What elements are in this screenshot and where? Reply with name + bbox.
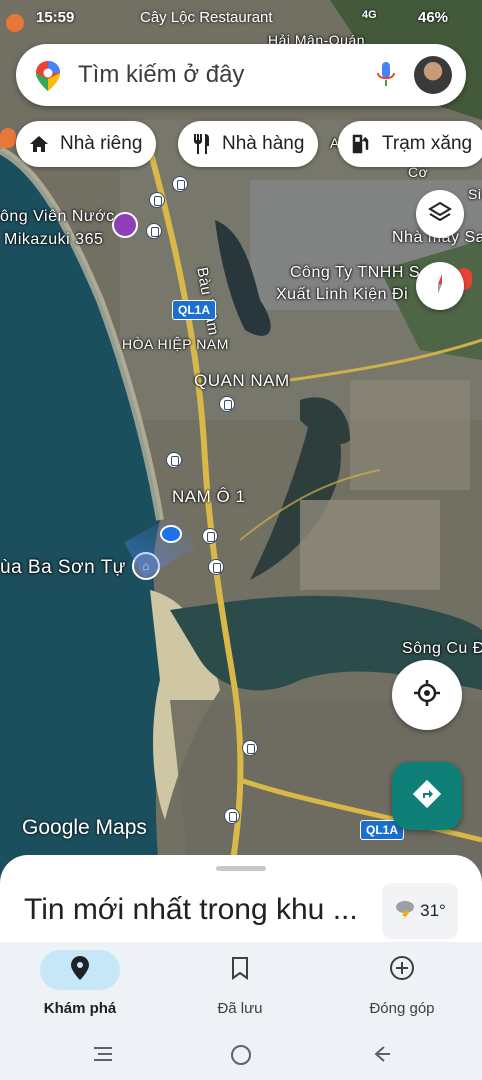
current-location-dot xyxy=(160,525,182,543)
bus-stop-icon[interactable] xyxy=(219,396,235,412)
chip-home-label: Nhà riêng xyxy=(60,133,143,154)
network-indicator: 4G xyxy=(362,9,377,21)
map-label-nam-o: NAM Ô 1 xyxy=(172,487,246,506)
nav-saved-label: Đã lưu xyxy=(217,1000,263,1017)
bus-stop-icon[interactable] xyxy=(242,740,258,756)
crosshair-icon xyxy=(412,678,442,713)
home-circle-icon[interactable] xyxy=(230,1044,252,1071)
chip-restaurant-label: Nhà hàng xyxy=(222,133,305,154)
nav-saved[interactable]: Đã lưu xyxy=(170,950,310,1030)
bottom-nav: Khám phá Đã lưu Đóng góp xyxy=(0,942,482,1032)
bus-stop-icon[interactable] xyxy=(172,176,188,192)
map-label-cong-ty: Công Ty TNHH S xyxy=(290,264,421,281)
map-label-mikazuki: Mikazuki 365 xyxy=(4,231,104,248)
sheet-title[interactable]: Tin mới nhất trong khu ... xyxy=(24,893,358,927)
map-label-si: Si xyxy=(468,186,482,202)
mic-icon[interactable] xyxy=(376,60,396,95)
bus-stop-icon[interactable] xyxy=(146,223,162,239)
back-icon[interactable] xyxy=(372,1044,394,1069)
saved-pill xyxy=(200,950,280,990)
bus-stop-icon[interactable] xyxy=(166,452,182,468)
highway-shield-top: QL1A xyxy=(172,300,217,320)
nav-explore[interactable]: Khám phá xyxy=(10,950,150,1030)
chip-gas-station-label: Trạm xăng xyxy=(382,133,473,154)
weather-chip[interactable]: 31° xyxy=(382,883,458,939)
directions-icon xyxy=(412,779,442,814)
explore-pin-icon xyxy=(71,955,89,985)
search-input[interactable]: Tìm kiếm ở đây xyxy=(78,61,244,89)
chip-home[interactable]: Nhà riêng xyxy=(16,121,157,167)
bus-stop-icon[interactable] xyxy=(202,528,218,544)
map-label-song-cu-de: Sông Cu Đê xyxy=(402,640,482,657)
storm-icon xyxy=(394,898,416,925)
layers-button[interactable] xyxy=(416,190,464,238)
bus-stop-icon[interactable] xyxy=(149,192,165,208)
layers-icon xyxy=(428,200,452,229)
bus-stop-icon[interactable] xyxy=(208,559,224,575)
add-circle-icon xyxy=(389,955,415,986)
restaurant-icon xyxy=(188,131,214,157)
bottom-sheet[interactable]: Tin mới nhất trong khu ... 31° xyxy=(0,855,482,955)
map-label-chua: ùa Ba Sơn Tự xyxy=(0,557,126,578)
system-nav-bar xyxy=(0,1032,482,1080)
drag-handle[interactable] xyxy=(216,866,266,871)
nav-contribute[interactable]: Đóng góp xyxy=(332,950,472,1030)
google-maps-logo: Google Maps xyxy=(22,816,147,839)
recents-icon[interactable] xyxy=(92,1044,114,1069)
chip-restaurant[interactable]: Nhà hàng xyxy=(178,121,319,167)
search-bar[interactable]: Tìm kiếm ở đây xyxy=(16,44,466,106)
bus-stop-icon[interactable] xyxy=(224,808,240,824)
gas-station-icon xyxy=(348,131,374,157)
notification-dot-icon xyxy=(6,14,24,32)
status-bar: 15:59 Cây Lộc Restaurant 4G 46% xyxy=(0,0,482,36)
map-label-cong-vien: ông Viên Nước xyxy=(0,208,115,225)
temperature: 31° xyxy=(420,901,446,920)
avatar[interactable] xyxy=(414,56,452,94)
my-location-button[interactable] xyxy=(392,660,462,730)
chip-gas-station[interactable]: Trạm xăng xyxy=(338,121,482,167)
directions-button[interactable] xyxy=(392,762,462,830)
maps-pin-icon xyxy=(36,61,60,96)
map-label-xuat-linh: Xuất Linh Kiện Đi xyxy=(276,286,409,303)
status-time: 15:59 xyxy=(36,9,75,26)
contribute-pill xyxy=(362,950,442,990)
explore-pill xyxy=(40,950,120,990)
nav-explore-label: Khám phá xyxy=(43,1000,117,1017)
attraction-marker[interactable] xyxy=(112,212,138,238)
poi-marker-top-left[interactable] xyxy=(0,128,16,148)
battery-level: 46% xyxy=(418,9,449,26)
map-label-hoa-hiep-nam: HÒA HIỆP NAM xyxy=(122,336,229,352)
home-icon xyxy=(26,131,52,157)
compass-icon xyxy=(428,272,452,301)
status-place-text: Cây Lộc Restaurant xyxy=(140,9,273,26)
compass-button[interactable] xyxy=(416,262,464,310)
bookmark-icon xyxy=(230,956,250,985)
map-label-quan-nam: QUAN NAM xyxy=(194,371,290,390)
nav-contribute-label: Đóng góp xyxy=(369,1000,435,1017)
